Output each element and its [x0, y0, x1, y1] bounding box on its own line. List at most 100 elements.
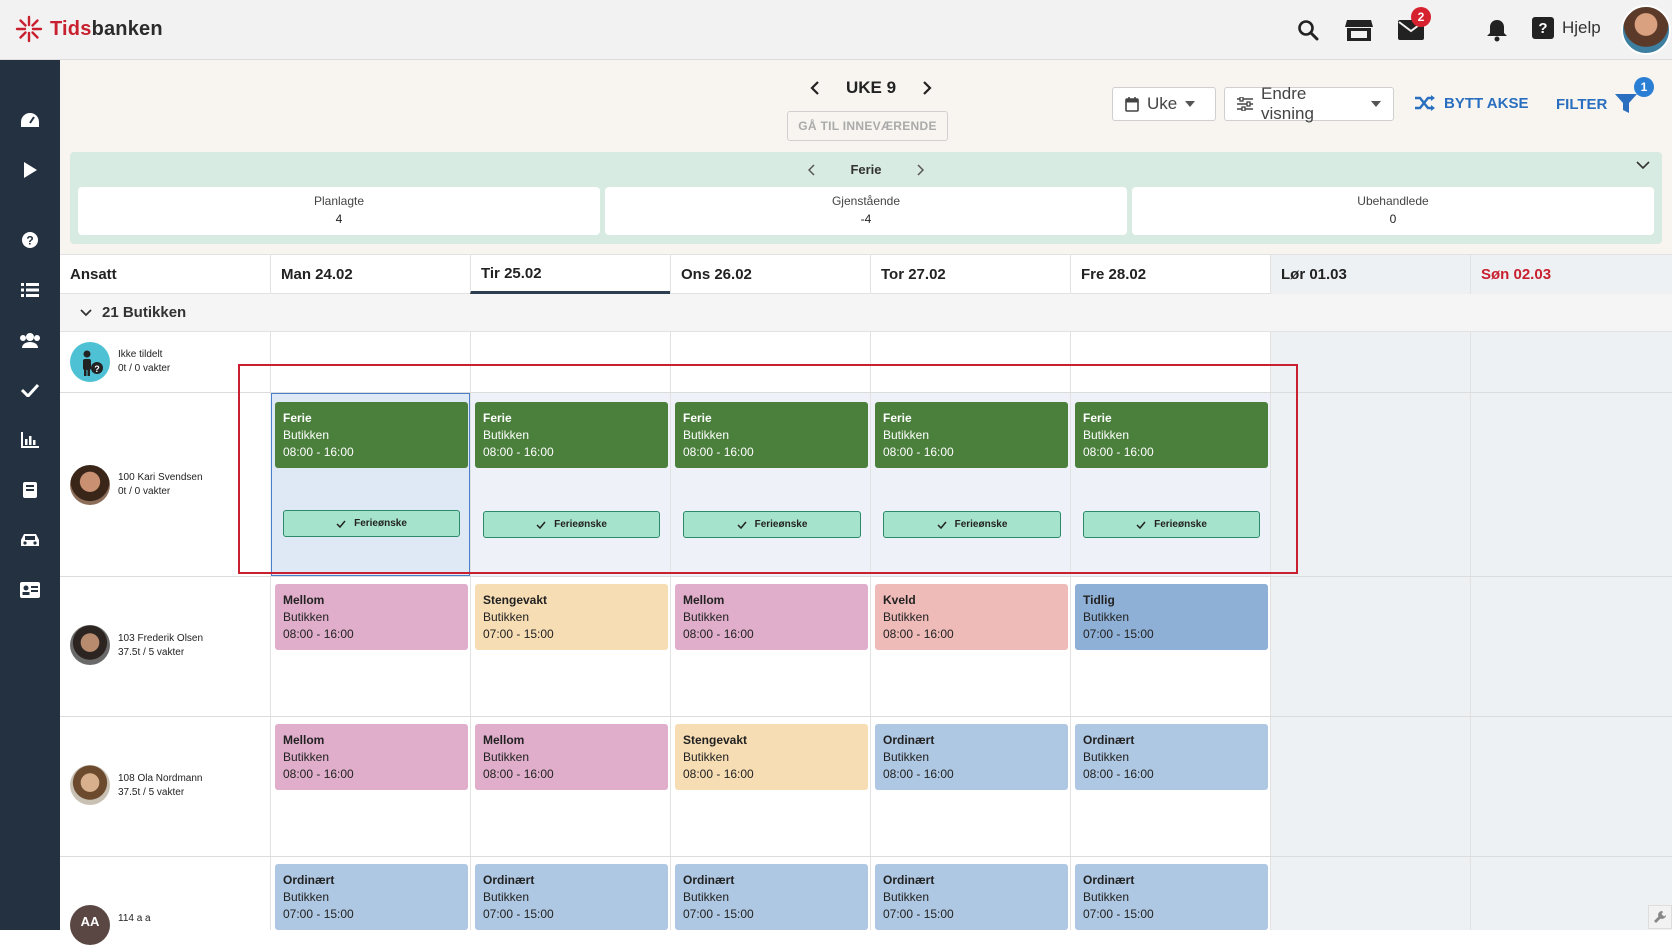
day-cell[interactable]: [1270, 332, 1470, 392]
wrench-icon[interactable]: [1648, 905, 1672, 929]
chip-label: Ferieønske: [754, 519, 808, 530]
list-icon[interactable]: [0, 272, 60, 308]
day-cell[interactable]: [1470, 332, 1672, 392]
summary-next-button[interactable]: [916, 163, 924, 176]
shift-card-ferie[interactable]: Ferie Butikken 08:00 - 16:00: [1075, 402, 1268, 468]
column-header-day[interactable]: Tir 25.02: [470, 255, 670, 294]
vacation-request-chip[interactable]: Ferieønske: [883, 511, 1061, 538]
play-icon[interactable]: [0, 152, 60, 188]
help-button[interactable]: ? Hjelp: [1532, 17, 1601, 39]
day-cell[interactable]: [670, 332, 870, 392]
vacation-request-chip[interactable]: Ferieønske: [683, 511, 861, 538]
shift-card[interactable]: Mellom Butikken 08:00 - 16:00: [675, 584, 868, 650]
employee-cell[interactable]: ? Ikke tildelt 0t / 0 vakter: [60, 332, 270, 392]
shift-card[interactable]: Mellom Butikken 08:00 - 16:00: [475, 724, 668, 790]
day-cell[interactable]: [1470, 857, 1672, 930]
employee-cell[interactable]: AA 114 a a: [60, 857, 270, 945]
shift-location: Butikken: [283, 428, 330, 442]
calendar-icon: [1125, 96, 1139, 112]
check-icon[interactable]: [0, 372, 60, 408]
group-label: 21 Butikken: [102, 304, 187, 321]
day-cell[interactable]: [1270, 717, 1470, 856]
day-cell[interactable]: [470, 332, 670, 392]
shift-card[interactable]: Tidlig Butikken 07:00 - 15:00: [1075, 584, 1268, 650]
change-view-select[interactable]: Endre visning: [1224, 84, 1394, 123]
day-cell[interactable]: [1270, 857, 1470, 930]
user-avatar[interactable]: [1621, 5, 1671, 55]
help-label: Hjelp: [1562, 18, 1601, 37]
view-select[interactable]: Uke: [1112, 87, 1216, 121]
day-cell[interactable]: [1470, 717, 1672, 856]
summary-prev-button[interactable]: [808, 163, 816, 176]
shift-time: 08:00 - 16:00: [883, 627, 954, 641]
column-header-day[interactable]: Lør 01.03: [1270, 255, 1470, 294]
column-header-day[interactable]: Ons 26.02: [670, 255, 870, 294]
id-card-icon[interactable]: [0, 572, 60, 608]
day-cell[interactable]: [1470, 393, 1672, 576]
shift-card[interactable]: Mellom Butikken 08:00 - 16:00: [275, 724, 468, 790]
shift-card[interactable]: Ordinært Butikken 07:00 - 15:00: [875, 864, 1068, 930]
bell-icon[interactable]: [1483, 16, 1511, 44]
shift-type: Ordinært: [883, 733, 935, 747]
shift-card[interactable]: Stengevakt Butikken 07:00 - 15:00: [475, 584, 668, 650]
swap-axis-button[interactable]: BYTT AKSE: [1414, 94, 1528, 112]
group-toggle[interactable]: 21 Butikken: [60, 294, 1672, 332]
book-icon[interactable]: [0, 472, 60, 508]
column-header-day[interactable]: Søn 02.03: [1470, 255, 1672, 294]
store-icon[interactable]: [1345, 16, 1373, 44]
column-header-day[interactable]: Tor 27.02: [870, 255, 1070, 294]
shift-location: Butikken: [283, 750, 330, 764]
shift-card[interactable]: Ordinært Butikken 07:00 - 15:00: [475, 864, 668, 930]
shift-time: 08:00 - 16:00: [283, 767, 354, 781]
help-icon: ?: [1532, 17, 1554, 39]
shift-card-ferie[interactable]: Ferie Butikken 08:00 - 16:00: [875, 402, 1068, 468]
filter-button[interactable]: FILTER: [1556, 94, 1638, 114]
vacation-request-chip[interactable]: Ferieønske: [483, 511, 660, 538]
bar-chart-icon[interactable]: [0, 422, 60, 458]
shift-card[interactable]: Kveld Butikken 08:00 - 16:00: [875, 584, 1068, 650]
column-header-employee[interactable]: Ansatt: [60, 255, 270, 294]
check-icon: [737, 521, 747, 529]
day-cell[interactable]: [270, 332, 470, 392]
car-icon[interactable]: [0, 522, 60, 558]
shift-card[interactable]: Stengevakt Butikken 08:00 - 16:00: [675, 724, 868, 790]
prev-week-button[interactable]: [810, 80, 820, 96]
avatar: [70, 625, 110, 665]
shift-card[interactable]: Ordinært Butikken 07:00 - 15:00: [1075, 864, 1268, 930]
shift-card-ferie[interactable]: Ferie Butikken 08:00 - 16:00: [475, 402, 668, 468]
mail-icon[interactable]: 2: [1397, 7, 1431, 44]
shift-type: Ordinært: [483, 873, 535, 887]
vacation-request-chip[interactable]: Ferieønske: [1083, 511, 1260, 538]
day-cell[interactable]: [1270, 393, 1470, 576]
vacation-request-chip[interactable]: Ferieønske: [283, 510, 460, 537]
shift-card[interactable]: Mellom Butikken 08:00 - 16:00: [275, 584, 468, 650]
goto-current-button[interactable]: GÅ TIL INNEVÆRENDE: [787, 111, 948, 141]
day-cell[interactable]: [1070, 332, 1270, 392]
day-cell[interactable]: [1470, 577, 1672, 716]
employee-cell[interactable]: 100 Kari Svendsen 0t / 0 vakter: [60, 393, 270, 576]
employee-cell[interactable]: 108 Ola Nordmann 37.5t / 5 vakter: [60, 717, 270, 856]
column-header-day[interactable]: Man 24.02: [270, 255, 470, 294]
shift-card[interactable]: Ordinært Butikken 07:00 - 15:00: [675, 864, 868, 930]
logo[interactable]: Tidsbanken: [14, 14, 163, 44]
day-cell[interactable]: [870, 332, 1070, 392]
users-icon[interactable]: [0, 322, 60, 358]
employee-cell[interactable]: 103 Frederik Olsen 37.5t / 5 vakter: [60, 577, 270, 716]
chip-label: Ferieønske: [954, 519, 1008, 530]
next-week-button[interactable]: [922, 80, 932, 96]
shift-card-ferie[interactable]: Ferie Butikken 08:00 - 16:00: [675, 402, 868, 468]
shift-card[interactable]: Ordinært Butikken 07:00 - 15:00: [275, 864, 468, 930]
shift-time: 08:00 - 16:00: [683, 767, 754, 781]
dashboard-icon[interactable]: [0, 102, 60, 138]
column-header-day[interactable]: Fre 28.02: [1070, 255, 1270, 294]
day-cell[interactable]: [1270, 577, 1470, 716]
shift-card-ferie[interactable]: Ferie Butikken 08:00 - 16:00: [275, 402, 468, 468]
search-icon[interactable]: [1294, 16, 1322, 44]
filter-label: FILTER: [1556, 95, 1608, 113]
shift-card[interactable]: Ordinært Butikken 08:00 - 16:00: [875, 724, 1068, 790]
question-icon[interactable]: ?: [0, 222, 60, 258]
shift-card[interactable]: Ordinært Butikken 08:00 - 16:00: [1075, 724, 1268, 790]
shift-type: Ordinært: [1083, 873, 1135, 887]
shift-time: 08:00 - 16:00: [283, 627, 354, 641]
collapse-icon[interactable]: [1636, 160, 1650, 170]
